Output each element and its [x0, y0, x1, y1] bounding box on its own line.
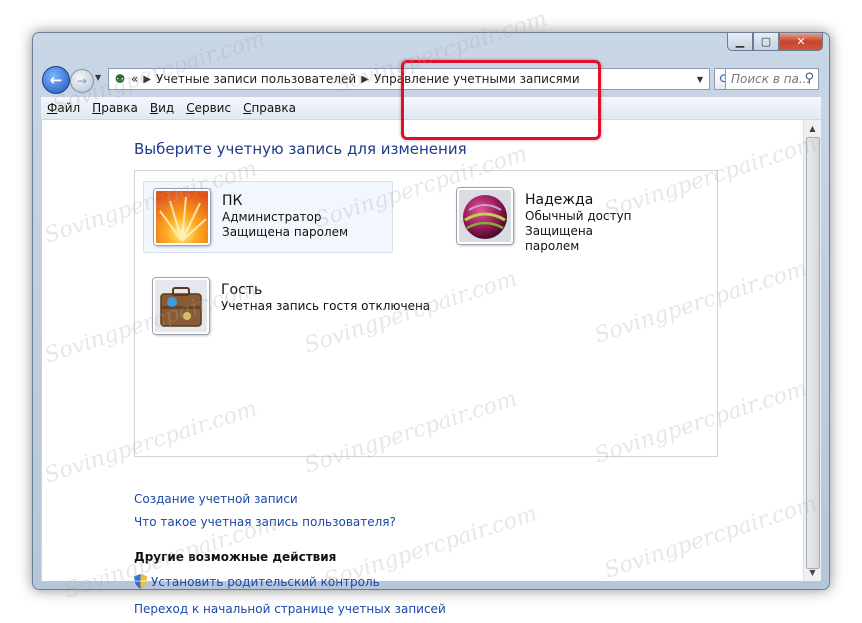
- recent-pages-dropdown[interactable]: ▼: [95, 73, 101, 82]
- search-input[interactable]: Поиск в па... ⚲: [725, 68, 819, 90]
- minimize-button[interactable]: ▁: [727, 33, 753, 51]
- address-prefix: «: [131, 72, 139, 86]
- users-icon: ⚉: [114, 72, 126, 86]
- account-status: Учетная запись гостя отключена: [221, 299, 431, 313]
- accounts-home-link[interactable]: Переход к начальной странице учетных зап…: [134, 602, 446, 616]
- avatar-ball-icon: [457, 188, 513, 244]
- scroll-up-arrow[interactable]: ▲: [804, 120, 821, 137]
- highlight-frame: [401, 60, 601, 140]
- menu-view[interactable]: Вид: [144, 101, 180, 115]
- page-title: Выберите учетную запись для изменения: [134, 140, 467, 158]
- account-name: Надежда: [525, 192, 594, 208]
- content-area: Выберите учетную запись для изменения ПК…: [41, 120, 821, 616]
- other-actions-title: Другие возможные действия: [134, 550, 337, 564]
- scroll-thumb[interactable]: [806, 137, 820, 569]
- uac-shield-icon: [134, 574, 147, 589]
- avatar-suitcase-icon: [153, 278, 209, 334]
- create-account-link[interactable]: Создание учетной записи: [134, 492, 298, 506]
- close-button[interactable]: ✕: [779, 33, 823, 51]
- account-card-pc[interactable]: ПК Администратор Защищена паролем: [143, 181, 393, 253]
- menu-help[interactable]: Справка: [237, 101, 302, 115]
- parental-control-row[interactable]: Установить родительский контроль: [134, 574, 380, 589]
- avatar-flower-icon: [154, 189, 210, 245]
- breadcrumb-separator-1: ▶: [143, 73, 152, 85]
- account-status: Защищена паролем: [222, 225, 349, 239]
- breadcrumb-user-accounts[interactable]: Учетные записи пользователей: [156, 72, 356, 86]
- maximize-button[interactable]: ▢: [753, 33, 779, 51]
- scroll-down-arrow[interactable]: ▼: [804, 564, 821, 581]
- account-name: ПК: [222, 193, 243, 209]
- forward-button[interactable]: →: [70, 69, 94, 93]
- back-button[interactable]: ←: [42, 66, 70, 94]
- account-info-guest: Гость Учетная запись гостя отключена: [221, 271, 430, 341]
- breadcrumb-separator-2: ▶: [361, 73, 369, 85]
- account-type: Администратор: [222, 210, 322, 224]
- vertical-scrollbar[interactable]: ▲ ▼: [803, 120, 821, 581]
- menu-file[interactable]: Файл: [41, 101, 86, 115]
- accounts-panel: ПК Администратор Защищена паролем Надежд…: [134, 170, 718, 457]
- account-info-pc: ПК Администратор Защищена паролем: [222, 182, 348, 252]
- what-is-account-link[interactable]: Что такое учетная запись пользователя?: [134, 515, 396, 529]
- account-type: Обычный доступ: [525, 209, 632, 223]
- account-name: Гость: [221, 282, 263, 298]
- search-placeholder: Поиск в па...: [731, 72, 811, 86]
- address-dropdown-icon[interactable]: ▼: [697, 75, 703, 84]
- caption-buttons: ▁ ▢ ✕: [727, 33, 823, 51]
- account-card-nadezhda[interactable]: Надежда Обычный доступ Защищена паролем: [447, 181, 635, 253]
- parental-control-link[interactable]: Установить родительский контроль: [151, 575, 380, 589]
- menu-edit[interactable]: Правка: [86, 101, 144, 115]
- account-status: Защищена паролем: [525, 224, 594, 253]
- account-info-nadezhda: Надежда Обычный доступ Защищена паролем: [525, 181, 635, 253]
- account-card-guest[interactable]: Гость Учетная запись гостя отключена: [143, 271, 443, 341]
- menu-tools[interactable]: Сервис: [180, 101, 237, 115]
- search-icon[interactable]: ⚲: [804, 71, 814, 86]
